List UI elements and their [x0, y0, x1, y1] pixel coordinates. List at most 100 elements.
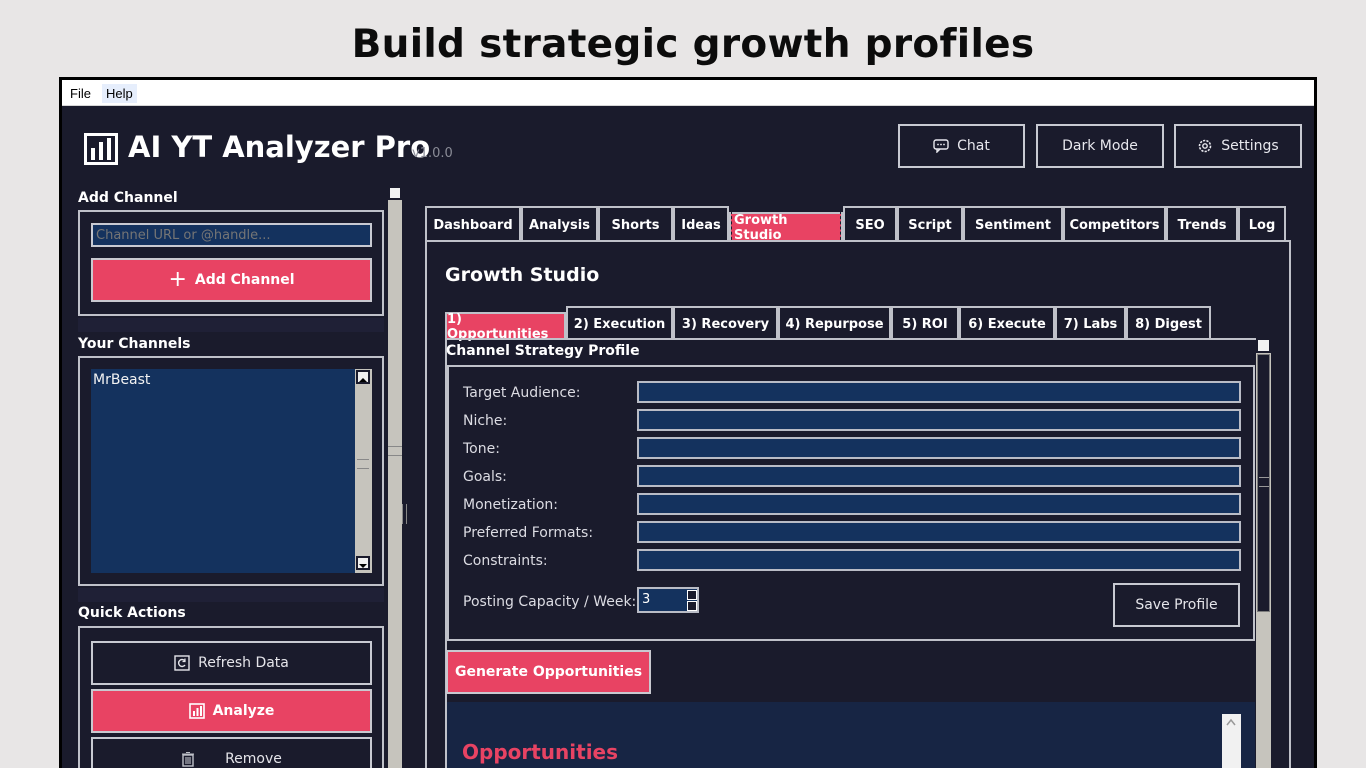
settings-button[interactable]: Settings — [1174, 124, 1302, 168]
save-profile-button[interactable]: Save Profile — [1113, 583, 1240, 627]
remove-button-label: Remove — [225, 751, 282, 767]
channel-url-input[interactable] — [91, 223, 372, 247]
tab-label: Shorts — [611, 217, 660, 233]
plus-icon: + — [168, 267, 187, 292]
tab-label: Dashboard — [433, 217, 513, 233]
subtab-execution[interactable]: 2) Execution — [566, 306, 673, 340]
refresh-data-button[interactable]: Refresh Data — [91, 641, 372, 685]
tab-script[interactable]: Script — [897, 206, 963, 242]
constraints-label: Constraints: — [463, 553, 548, 569]
tab-trends[interactable]: Trends — [1166, 206, 1238, 242]
scroll-thumb[interactable] — [1257, 354, 1270, 612]
trash-icon — [182, 751, 195, 767]
subtab-recovery[interactable]: 3) Recovery — [673, 306, 778, 340]
profile-section-label: Channel Strategy Profile — [446, 343, 640, 359]
scroll-box-icon[interactable] — [1256, 338, 1271, 353]
generate-opportunities-button-label: Generate Opportunities — [454, 664, 643, 680]
app-window: File Help AI YT Analyzer Pro v1.0.0 Chat… — [59, 77, 1317, 768]
scroll-up-arrow-icon[interactable] — [1226, 718, 1236, 726]
output-scrollbar[interactable] — [1222, 714, 1241, 768]
tab-competitors[interactable]: Competitors — [1063, 206, 1166, 242]
subtab-execute[interactable]: 6) Execute — [959, 306, 1055, 340]
preferred-formats-input[interactable] — [637, 521, 1241, 543]
analyze-button[interactable]: Analyze — [91, 689, 372, 733]
subtab-label: 2) Execution — [573, 316, 666, 332]
goals-input[interactable] — [637, 465, 1241, 487]
spin-down-icon[interactable] — [687, 601, 697, 611]
monetization-input[interactable] — [637, 493, 1241, 515]
channel-list-item[interactable]: MrBeast — [91, 369, 355, 391]
dark-mode-button[interactable]: Dark Mode — [1036, 124, 1164, 168]
scroll-grip-icon[interactable] — [388, 446, 402, 456]
quick-actions-heading: Quick Actions — [78, 605, 186, 621]
target-audience-label: Target Audience: — [463, 385, 581, 401]
posting-capacity-value[interactable]: 3 — [642, 592, 650, 607]
add-channel-button[interactable]: + Add Channel — [91, 258, 372, 302]
tab-analysis[interactable]: Analysis — [521, 206, 598, 242]
analyze-button-label: Analyze — [212, 703, 275, 719]
pane-splitter-handle[interactable] — [402, 504, 407, 524]
menu-file[interactable]: File — [66, 84, 95, 103]
scroll-grip-icon[interactable] — [357, 459, 369, 469]
section-divider — [78, 588, 384, 602]
tab-shorts[interactable]: Shorts — [598, 206, 673, 242]
target-audience-input[interactable] — [637, 381, 1241, 403]
channels-scrollbar[interactable] — [355, 369, 372, 573]
scroll-down-arrow-icon[interactable] — [356, 556, 370, 570]
subtab-roi[interactable]: 5) ROI — [891, 306, 959, 340]
subtab-label: 8) Digest — [1135, 316, 1202, 332]
settings-button-label: Settings — [1221, 138, 1279, 154]
scroll-up-arrow-icon[interactable] — [356, 370, 370, 384]
tab-label: Competitors — [1069, 217, 1160, 233]
subtab-labs[interactable]: 7) Labs — [1055, 306, 1126, 340]
tab-log[interactable]: Log — [1238, 206, 1286, 242]
subtab-label: 6) Execute — [968, 316, 1046, 332]
opportunities-output: Opportunities — [447, 702, 1255, 768]
tab-label: Script — [908, 217, 952, 233]
niche-input[interactable] — [637, 409, 1241, 431]
subtab-label: 5) ROI — [902, 316, 948, 332]
generate-opportunities-button[interactable]: Generate Opportunities — [446, 650, 651, 694]
menu-bar: File Help — [62, 80, 1314, 106]
page-headline: Build strategic growth profiles — [351, 22, 1035, 67]
spin-up-icon[interactable] — [687, 590, 697, 600]
tone-label: Tone: — [463, 441, 500, 457]
sidebar-scrollbar[interactable] — [388, 186, 402, 768]
growth-studio-scrollbar[interactable] — [1256, 338, 1271, 768]
channels-listbox[interactable]: MrBeast — [91, 369, 355, 573]
preferred-formats-label: Preferred Formats: — [463, 525, 594, 541]
scroll-grip-icon[interactable] — [1259, 477, 1269, 487]
chat-button-label: Chat — [957, 138, 990, 154]
constraints-input[interactable] — [637, 549, 1241, 571]
opportunities-heading: Opportunities — [462, 740, 619, 764]
tab-label: Ideas — [681, 217, 721, 233]
chat-button[interactable]: Chat — [898, 124, 1025, 168]
tab-label: SEO — [855, 217, 885, 233]
your-channels-heading: Your Channels — [78, 336, 191, 352]
monetization-label: Monetization: — [463, 497, 558, 513]
gear-icon — [1198, 139, 1212, 153]
subtab-opportunities[interactable]: 1) Opportunities — [445, 312, 566, 342]
remove-button[interactable]: Remove — [91, 737, 372, 768]
sidebar-scroll-box-icon[interactable] — [388, 186, 402, 200]
subtab-label: 3) Recovery — [681, 316, 770, 332]
growth-studio-title: Growth Studio — [445, 264, 600, 286]
tab-dashboard[interactable]: Dashboard — [425, 206, 521, 242]
tab-label: Log — [1248, 217, 1276, 233]
add-channel-heading: Add Channel — [78, 190, 178, 206]
tab-seo[interactable]: SEO — [843, 206, 897, 242]
bar-chart-icon — [188, 703, 205, 719]
tab-ideas[interactable]: Ideas — [673, 206, 729, 242]
dark-mode-button-label: Dark Mode — [1062, 138, 1138, 154]
app-version: v1.0.0 — [412, 146, 453, 161]
subtab-repurpose[interactable]: 4) Repurpose — [778, 306, 891, 340]
posting-capacity-spinbox[interactable]: 3 — [637, 587, 699, 613]
tab-sentiment[interactable]: Sentiment — [963, 206, 1063, 242]
bar-chart-logo-icon — [84, 133, 118, 165]
menu-help[interactable]: Help — [102, 84, 137, 103]
subtab-digest[interactable]: 8) Digest — [1126, 306, 1211, 340]
chat-bubble-icon — [933, 139, 949, 153]
tone-input[interactable] — [637, 437, 1241, 459]
tab-growth-studio[interactable]: Growth Studio — [729, 211, 843, 245]
tab-label: Trends — [1177, 217, 1227, 233]
